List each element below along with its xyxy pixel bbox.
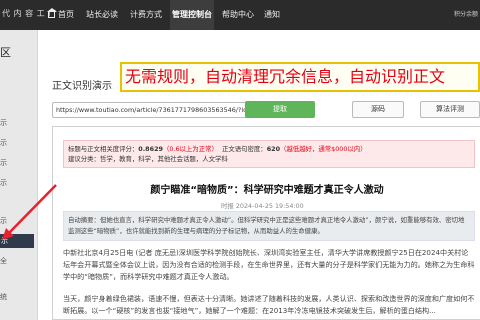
stats-line-1: 标题与正文相关度评分：0.8629（0.6以上为正常） 正文语句密度：620（越… <box>68 145 367 153</box>
sidebar-item-2[interactable]: 示 <box>0 138 7 148</box>
extract-button[interactable]: 提取 <box>245 101 315 118</box>
article-byline: 时报 2024-04-25 19:54:00 <box>221 202 304 210</box>
sidebar-item-7[interactable]: 统 <box>0 292 7 302</box>
article-panel: 标题与正文相关度评分：0.8629（0.6以上为正常） 正文语句密度：620（越… <box>52 126 480 320</box>
page-title: 正文识别演示 <box>52 81 112 92</box>
sidebar-item-3[interactable]: 示 <box>0 158 7 168</box>
article-paragraph: 当天，颜宁身着绿色裙装，语速不慢，但表达十分清晰。她讲述了随着科技的发展，人类认… <box>63 294 475 315</box>
suggested-category: 建议分类：哲学，教育，科学，其他社会话题，人文学科 <box>68 155 228 163</box>
source-code-button[interactable]: 源码 <box>352 101 404 118</box>
url-input[interactable]: https://www.toutiao.com/article/73617717… <box>52 102 267 118</box>
sidebar-item-6[interactable]: 全 <box>0 256 7 266</box>
nav-billing[interactable]: 计费方式 <box>130 0 162 30</box>
nav-console[interactable]: 管理控制台 <box>170 0 214 30</box>
sidebar-item-active[interactable]: 示 <box>0 234 34 248</box>
nav-webmaster-guide[interactable]: 站长必读 <box>86 0 118 30</box>
analysis-stats: 标题与正文相关度评分：0.8629（0.6以上为正常） 正文语句密度：620（越… <box>63 140 475 168</box>
article-headline: 颜宁瞄准“暗物质”：科学研究中难题才真正令人激动 <box>150 185 384 196</box>
sidebar-title: 区 <box>0 46 11 59</box>
algorithm-evaluation-button[interactable]: 算法评测 <box>420 101 480 118</box>
nav-notifications[interactable]: 通知 <box>264 0 280 30</box>
sidebar: 区 示 示 示 示 示 示 全 统 <box>0 30 38 320</box>
sidebar-item-1[interactable]: 示 <box>0 118 7 128</box>
home-icon <box>47 8 57 18</box>
top-navigation-bar: 代 内 容 工 厂 首页 站长必读 计费方式 管理控制台 帮助中心 通知 积分余… <box>0 0 480 30</box>
promo-banner: 无需规则，自动清理冗余信息，自动识别正文 <box>120 62 480 92</box>
sidebar-item-5[interactable]: 示 <box>0 216 7 226</box>
nav-home-label: 首页 <box>58 10 74 19</box>
nav-help-center[interactable]: 帮助中心 <box>222 0 254 30</box>
points-balance[interactable]: 积分余额 <box>454 0 478 30</box>
sidebar-item-4[interactable]: 示 <box>0 178 7 188</box>
nav-home[interactable]: 首页 <box>47 0 74 30</box>
article-paragraph: 中新社北京4月25日电 (记者 庞无忌)深圳医学科学院创始院长、深圳湾实验室主任… <box>63 248 475 281</box>
auto-summary: 自动摘要：但她也直言，科学研究中难题才真正令人激动”。但科学研究中正是这些难题才… <box>63 211 475 241</box>
